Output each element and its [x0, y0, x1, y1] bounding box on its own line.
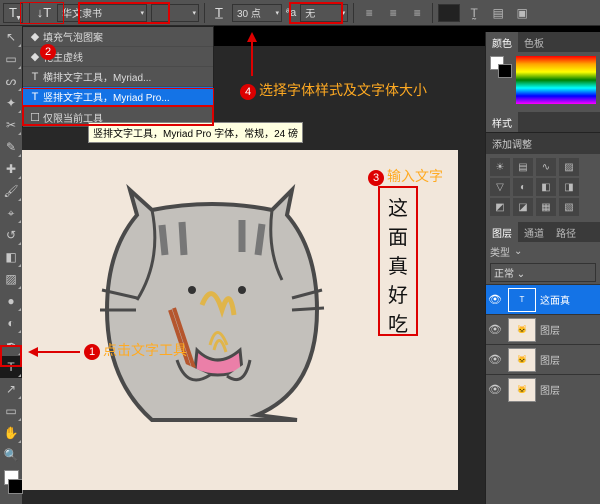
tab-color[interactable]: 颜色 — [486, 32, 518, 52]
adj-lookup-icon[interactable]: ▦ — [536, 198, 556, 216]
font-family-dropdown[interactable]: 华文隶书▾ — [57, 4, 147, 22]
brush-tool[interactable]: 🖌 — [0, 180, 22, 202]
wand-tool[interactable]: ✦ — [0, 92, 22, 114]
layer-visibility-icon[interactable]: 👁 — [486, 353, 504, 366]
adj-curves-icon[interactable]: ∿ — [536, 158, 556, 176]
dodge-tool[interactable]: ◐ — [0, 312, 22, 334]
heal-tool[interactable]: ✚ — [0, 158, 22, 180]
marquee-tool[interactable]: ▭ — [0, 48, 22, 70]
preset-row-selected[interactable]: T竖排文字工具，Myriad Pro... — [23, 87, 213, 107]
tool-indicator[interactable]: T▼ — [3, 3, 23, 23]
tab-layers[interactable]: 图层 — [486, 222, 518, 242]
annotation-1: 1点击文字工具 — [84, 340, 187, 360]
align-right-icon[interactable]: ≡ — [407, 4, 427, 22]
layer-row[interactable]: 👁🐱图层 — [486, 374, 600, 404]
fg-bg-swatches[interactable] — [0, 470, 22, 494]
toolbox: ↖ ▭ ᔕ ✦ ✂ ✎ ✚ 🖌 ⌖ ↺ ◧ ▨ ● ◐ ✒ T ↗ ▭ ✋ 🔍 — [0, 26, 22, 504]
anti-alias-dropdown[interactable]: 无▾ — [300, 4, 348, 22]
layer-visibility-icon[interactable]: 👁 — [486, 293, 504, 306]
color-panel[interactable] — [486, 52, 600, 112]
pen-tool[interactable]: ✒ — [0, 334, 22, 356]
history-brush-tool[interactable]: ↺ — [0, 224, 22, 246]
annotation-3: 3输入文字 — [368, 166, 443, 186]
tooltip: 竖排文字工具，Myriad Pro 字体，常规，24 磅 — [88, 122, 303, 143]
options-bar: T▼ ↓T 华文隶书▾ ▾ T̲ 30 点▾ ªa 无▾ ≡ ≡ ≡ T̰ ▤ … — [0, 0, 600, 26]
adj-ramp-icon[interactable]: ▧ — [559, 198, 579, 216]
preset-row[interactable]: T横排文字工具，Myriad... — [23, 67, 213, 87]
adj-balance-icon[interactable]: ◧ — [536, 178, 556, 196]
stamp-tool[interactable]: ⌖ — [0, 202, 22, 224]
character-panel-icon[interactable]: ▤ — [488, 4, 508, 22]
adj-exposure-icon[interactable]: ▨ — [559, 158, 579, 176]
zoom-tool[interactable]: 🔍 — [0, 444, 22, 466]
lasso-tool[interactable]: ᔕ — [0, 70, 22, 92]
annotation-arrow-4 — [246, 32, 258, 76]
layer-visibility-icon[interactable]: 👁 — [486, 383, 504, 396]
move-tool[interactable]: ↖ — [0, 26, 22, 48]
adj-mixer-icon[interactable]: ◪ — [513, 198, 533, 216]
spectrum-ramp[interactable] — [516, 56, 596, 104]
adj-levels-icon[interactable]: ▤ — [513, 158, 533, 176]
font-style-dropdown[interactable]: ▾ — [151, 4, 199, 22]
adjustments-label: 添加调整 — [486, 132, 600, 154]
annotation-arrow-1 — [28, 346, 80, 358]
eyedropper-tool[interactable]: ✎ — [0, 136, 22, 158]
layer-row[interactable]: 👁 T 这面真 — [486, 284, 600, 314]
type-tool[interactable]: T — [0, 356, 22, 378]
blur-tool[interactable]: ● — [0, 290, 22, 312]
warp-text-icon[interactable]: T̰ — [464, 4, 484, 22]
align-center-icon[interactable]: ≡ — [383, 4, 403, 22]
tab-swatches[interactable]: 色板 — [518, 32, 550, 52]
tab-styles[interactable]: 样式 — [486, 112, 518, 132]
adj-photo-icon[interactable]: ◩ — [490, 198, 510, 216]
adj-brightness-icon[interactable]: ☀ — [490, 158, 510, 176]
layer-visibility-icon[interactable]: 👁 — [486, 323, 504, 336]
adj-vibrance-icon[interactable]: ▽ — [490, 178, 510, 196]
annotation-2: 2 — [40, 42, 59, 60]
layer-row[interactable]: 👁🐱图层 — [486, 314, 600, 344]
crop-tool[interactable]: ✂ — [0, 114, 22, 136]
annotation-4: 4选择字体样式及文字体大小 — [240, 80, 427, 100]
cat-illustration — [92, 180, 332, 435]
hand-tool[interactable]: ✋ — [0, 422, 22, 444]
orientation-toggle[interactable]: ↓T — [33, 3, 55, 23]
path-select-tool[interactable]: ↗ — [0, 378, 22, 400]
tab-channels[interactable]: 通道 — [518, 222, 550, 242]
blend-mode-dropdown[interactable]: 正常 ⌄ — [490, 263, 596, 282]
tab-paths[interactable]: 路径 — [550, 222, 582, 242]
text-color-swatch[interactable] — [438, 4, 460, 22]
gradient-tool[interactable]: ▨ — [0, 268, 22, 290]
vertical-text-box[interactable]: 这 面 真 好 吃 — [378, 186, 418, 336]
anti-alias-label: ªa — [286, 7, 296, 19]
eraser-tool[interactable]: ◧ — [0, 246, 22, 268]
font-size-dropdown[interactable]: 30 点▾ — [232, 4, 282, 22]
3d-icon[interactable]: ▣ — [512, 4, 532, 22]
adj-hue-icon[interactable]: ◐ — [513, 178, 533, 196]
right-panel-dock: 颜色 色板 样式 添加调整 ☀▤∿▨ ▽◐◧◨ ◩◪▦▧ 图层 通道 路径 类型… — [485, 32, 600, 504]
shape-tool[interactable]: ▭ — [0, 400, 22, 422]
adjustments-panel: ☀▤∿▨ ▽◐◧◨ ◩◪▦▧ — [486, 154, 600, 222]
layer-row[interactable]: 👁🐱图层 — [486, 344, 600, 374]
adj-bw-icon[interactable]: ◨ — [559, 178, 579, 196]
align-left-icon[interactable]: ≡ — [359, 4, 379, 22]
size-icon: T̲ — [208, 3, 230, 23]
